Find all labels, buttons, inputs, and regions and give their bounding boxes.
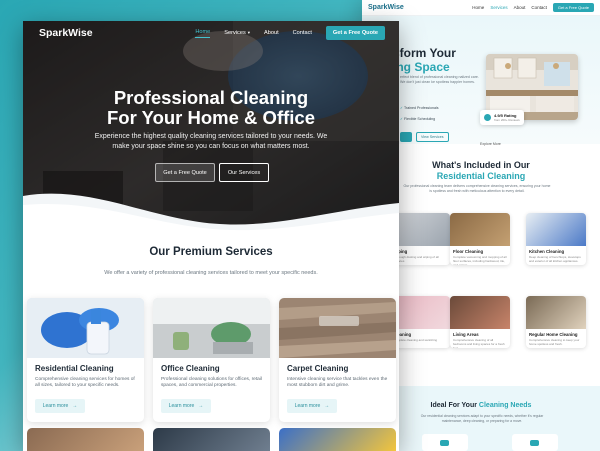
secondary-logo[interactable]: SparkWise — [368, 4, 404, 11]
secondary-hero-title: sform Your ing Space — [393, 46, 493, 74]
hero-subtitle: Experience the highest quality cleaning … — [94, 133, 328, 150]
hero-title: Professional Cleaning For Your Home & Of… — [23, 88, 399, 128]
home-icon — [440, 440, 449, 446]
included-card-title: Cleaning — [393, 332, 412, 337]
office-image — [153, 298, 270, 358]
included-card-image — [450, 296, 510, 329]
nav-quote-button[interactable]: Get a Free Quote — [325, 26, 385, 40]
secondary-feature: Trained Professionals — [400, 106, 439, 110]
service-card-title: Residential Cleaning — [35, 364, 114, 373]
secondary-nav-about[interactable]: About — [514, 5, 526, 10]
secondary-view-services-button[interactable]: View Services — [416, 132, 449, 142]
included-card[interactable]: Regular Home Cleaning Comprehensive clea… — [526, 296, 586, 348]
services-title: Our Premium Services — [149, 246, 273, 258]
arrow-right-icon: → — [72, 403, 78, 409]
included-card[interactable]: Wiping Thorough dusting and wiping of al… — [390, 213, 450, 265]
service-card-partial[interactable] — [27, 428, 144, 451]
nav-services[interactable]: Services ▾ — [224, 30, 250, 36]
learn-more-button[interactable]: Learn more → — [35, 399, 85, 413]
service-card-carpet[interactable]: Carpet Cleaning Intensive cleaning servi… — [279, 298, 396, 422]
residential-image — [27, 298, 144, 358]
included-card-image — [526, 296, 586, 329]
hero-title-line1: Professional Cleaning — [113, 87, 309, 108]
services-subtitle: We offer a variety of professional clean… — [104, 270, 318, 276]
included-card-image — [450, 213, 510, 246]
star-icon — [484, 114, 491, 121]
rating-badge: 4.9/5 Rating from 200+ Reviews — [480, 110, 524, 125]
included-card[interactable]: Cleaning Complete cleaning and sanitizin… — [390, 296, 450, 348]
arrow-right-icon: → — [198, 403, 204, 409]
secondary-navbar: SparkWise Home Services About Contact Ge… — [362, 0, 600, 16]
learn-more-button[interactable]: Learn more → — [287, 399, 337, 413]
included-card-title: Regular Home Cleaning — [529, 332, 578, 337]
secondary-nav-contact[interactable]: Contact — [531, 5, 547, 10]
ideal-subtitle: Our residential cleaning services adapt … — [420, 414, 544, 423]
nav-home[interactable]: Home — [195, 29, 211, 38]
service-card-office[interactable]: Office Cleaning Professional cleaning so… — [153, 298, 270, 422]
arrow-right-icon: → — [324, 403, 330, 409]
hero-title-line2: For Your Home & Office — [107, 107, 315, 128]
included-card-image — [390, 213, 450, 246]
included-card[interactable]: Living Areas Comprehensive cleaning of a… — [450, 296, 510, 348]
secondary-nav-services[interactable]: Services — [490, 5, 507, 10]
whats-included-title-line1: What's Included in Our — [432, 160, 530, 170]
ideal-title-accent: Cleaning Needs — [478, 402, 532, 409]
learn-more-label: Learn more — [42, 403, 69, 409]
included-card-title: Floor Cleaning — [453, 249, 484, 254]
showcase-stage: SparkWise Home Services About Contact Ge… — [0, 0, 600, 451]
included-card-image — [526, 213, 586, 246]
secondary-hero-title-line2: ing Space — [393, 60, 450, 74]
included-card[interactable]: Floor Cleaning Complete vacuuming and mo… — [450, 213, 510, 265]
hero-services-button[interactable]: Our Services — [219, 163, 269, 182]
nav-contact[interactable]: Contact — [293, 30, 312, 36]
hero-quote-button[interactable]: Get a Free Quote — [155, 163, 215, 182]
chevron-down-icon: ▾ — [247, 30, 251, 35]
included-card-image — [390, 296, 450, 329]
included-card[interactable]: Kitchen Cleaning Deep cleaning of bencht… — [526, 213, 586, 265]
learn-more-button[interactable]: Learn more → — [161, 399, 211, 413]
secondary-feature: Flexible Scheduling — [400, 117, 435, 121]
service-card-partial[interactable] — [279, 428, 396, 451]
included-card-desc: Comprehensive cleaning of all bedrooms a… — [453, 338, 505, 348]
ideal-card[interactable] — [422, 434, 468, 451]
logo[interactable]: SparkWise — [39, 27, 93, 39]
service-card-residential[interactable]: Residential Cleaning Comprehensive clean… — [27, 298, 144, 422]
service-card-title: Carpet Cleaning — [287, 364, 349, 373]
included-card-title: Kitchen Cleaning — [529, 249, 565, 254]
whats-included-subtitle: Our professional cleaning team delivers … — [403, 184, 551, 193]
rating-reviews: from 200+ Reviews — [494, 118, 520, 122]
included-card-desc: Thorough dusting and wiping of all surfa… — [393, 255, 439, 263]
service-card-title: Office Cleaning — [161, 364, 220, 373]
learn-more-label: Learn more — [168, 403, 195, 409]
service-card-desc: Comprehensive cleaning services for home… — [35, 377, 135, 389]
service-card-desc: Professional cleaning solutions for offi… — [161, 377, 262, 389]
hero-section: SparkWise Home Services ▾ About Contact G… — [23, 21, 399, 251]
included-card-title: Living Areas — [453, 332, 479, 337]
main-navbar: SparkWise Home Services ▾ About Contact G… — [23, 21, 399, 45]
secondary-quote-button[interactable]: Get a Free Quote — [552, 3, 594, 12]
learn-more-label: Learn more — [294, 403, 321, 409]
secondary-primary-button[interactable] — [400, 132, 412, 142]
service-card-partial[interactable] — [153, 428, 270, 451]
nav-about[interactable]: About — [264, 30, 279, 36]
secondary-nav-home[interactable]: Home — [472, 5, 484, 10]
briefcase-icon — [530, 440, 539, 446]
included-card-desc: Deep cleaning of benchtops, stovetops an… — [529, 255, 581, 263]
secondary-feature-label: Flexible Scheduling — [404, 117, 436, 121]
included-card-desc: Complete vacuuming and mopping of all fl… — [453, 255, 507, 265]
included-card-desc: Comprehensive cleaning to keep your home… — [529, 338, 580, 346]
included-card-desc: Complete cleaning and sanitizing — [393, 338, 438, 342]
secondary-hero-title-line1: sform Your — [393, 46, 456, 60]
explore-more-link[interactable]: Explore More — [480, 142, 501, 146]
included-card-title: Wiping — [393, 249, 408, 254]
nav-services-label: Services — [224, 30, 246, 36]
carpet-image — [279, 298, 396, 358]
secondary-hero-paragraph: erfect blend of professional cleaning na… — [400, 75, 479, 84]
service-card-desc: Intensive cleaning service that tackles … — [287, 377, 388, 389]
ideal-title-text: Ideal For Your — [430, 402, 477, 409]
ideal-card[interactable] — [512, 434, 558, 451]
main-page-mockup: SparkWise Home Services ▾ About Contact G… — [23, 21, 399, 451]
secondary-feature-label: Trained Professionals — [403, 106, 439, 110]
